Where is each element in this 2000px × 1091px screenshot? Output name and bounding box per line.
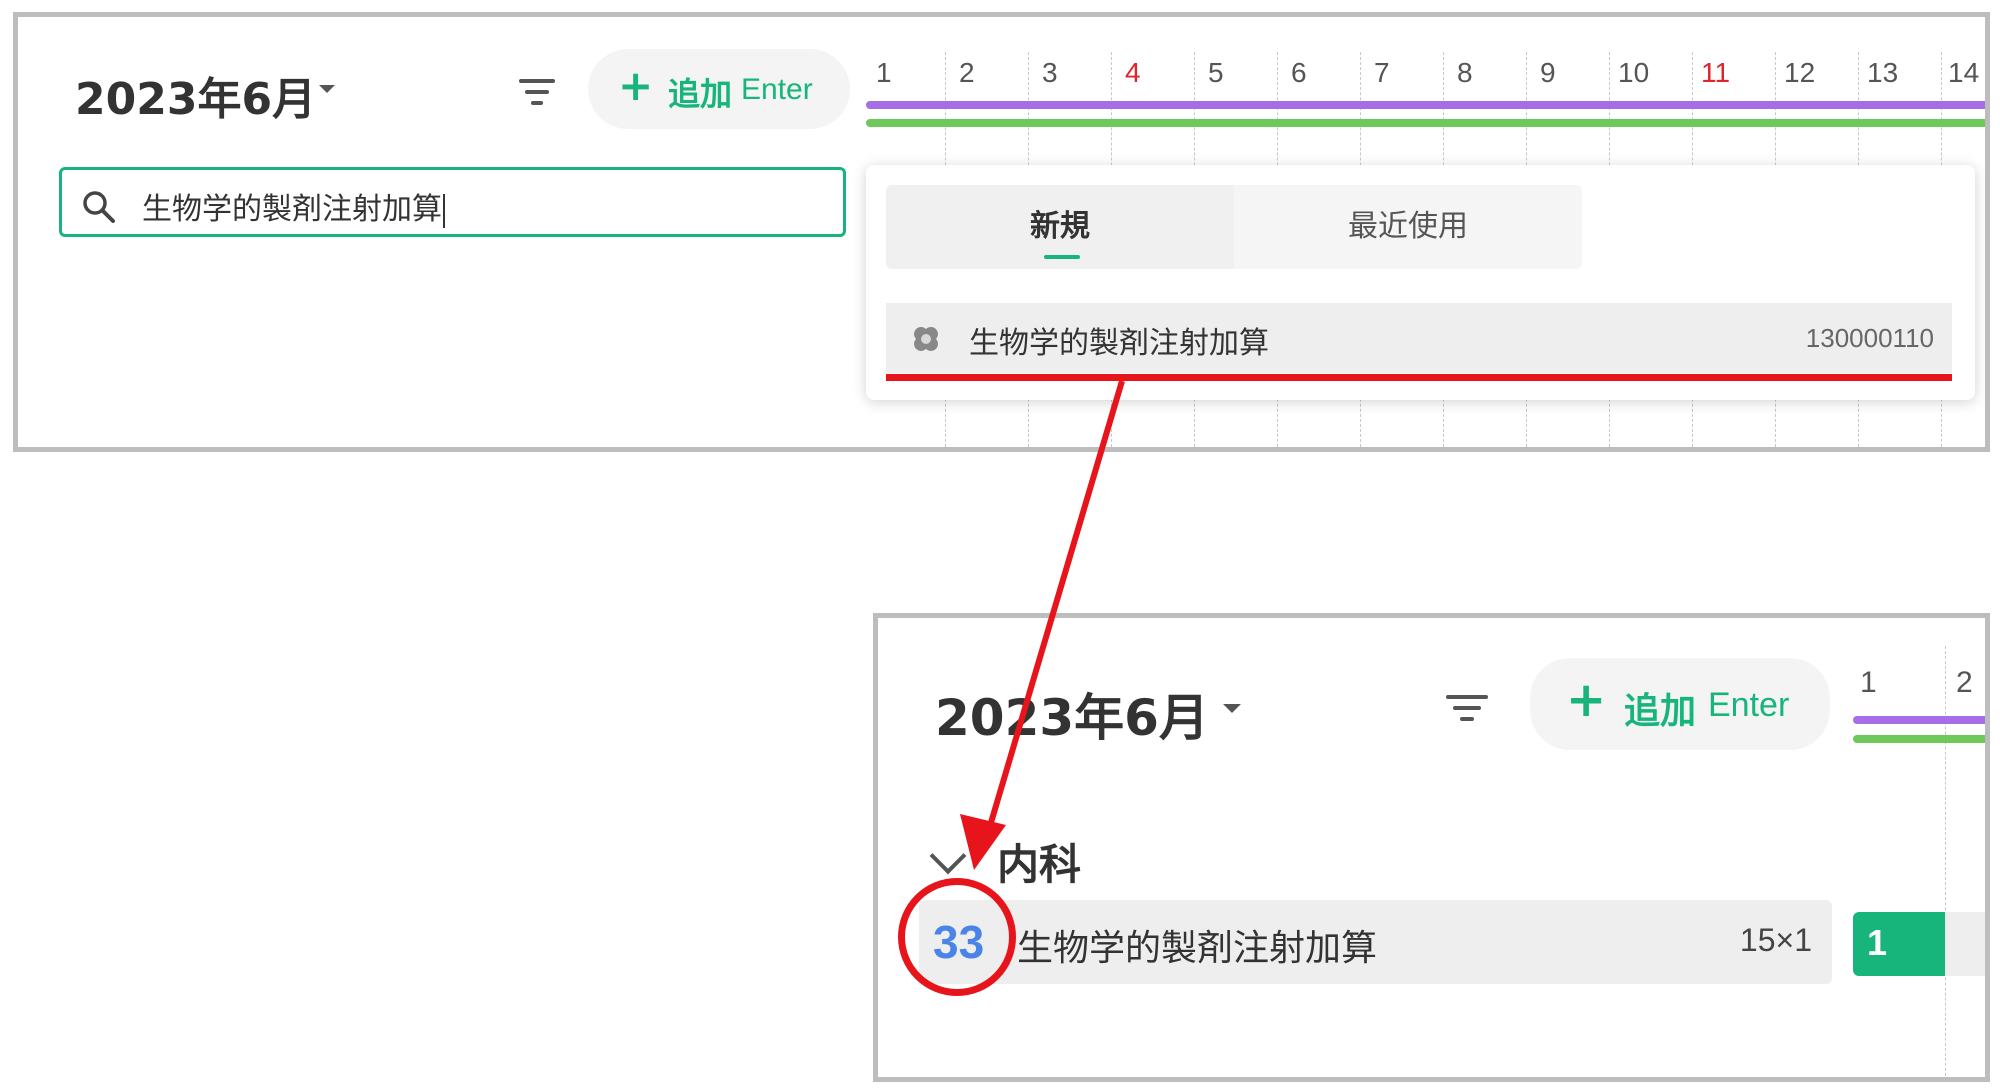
annotation-circle [898,878,1016,996]
